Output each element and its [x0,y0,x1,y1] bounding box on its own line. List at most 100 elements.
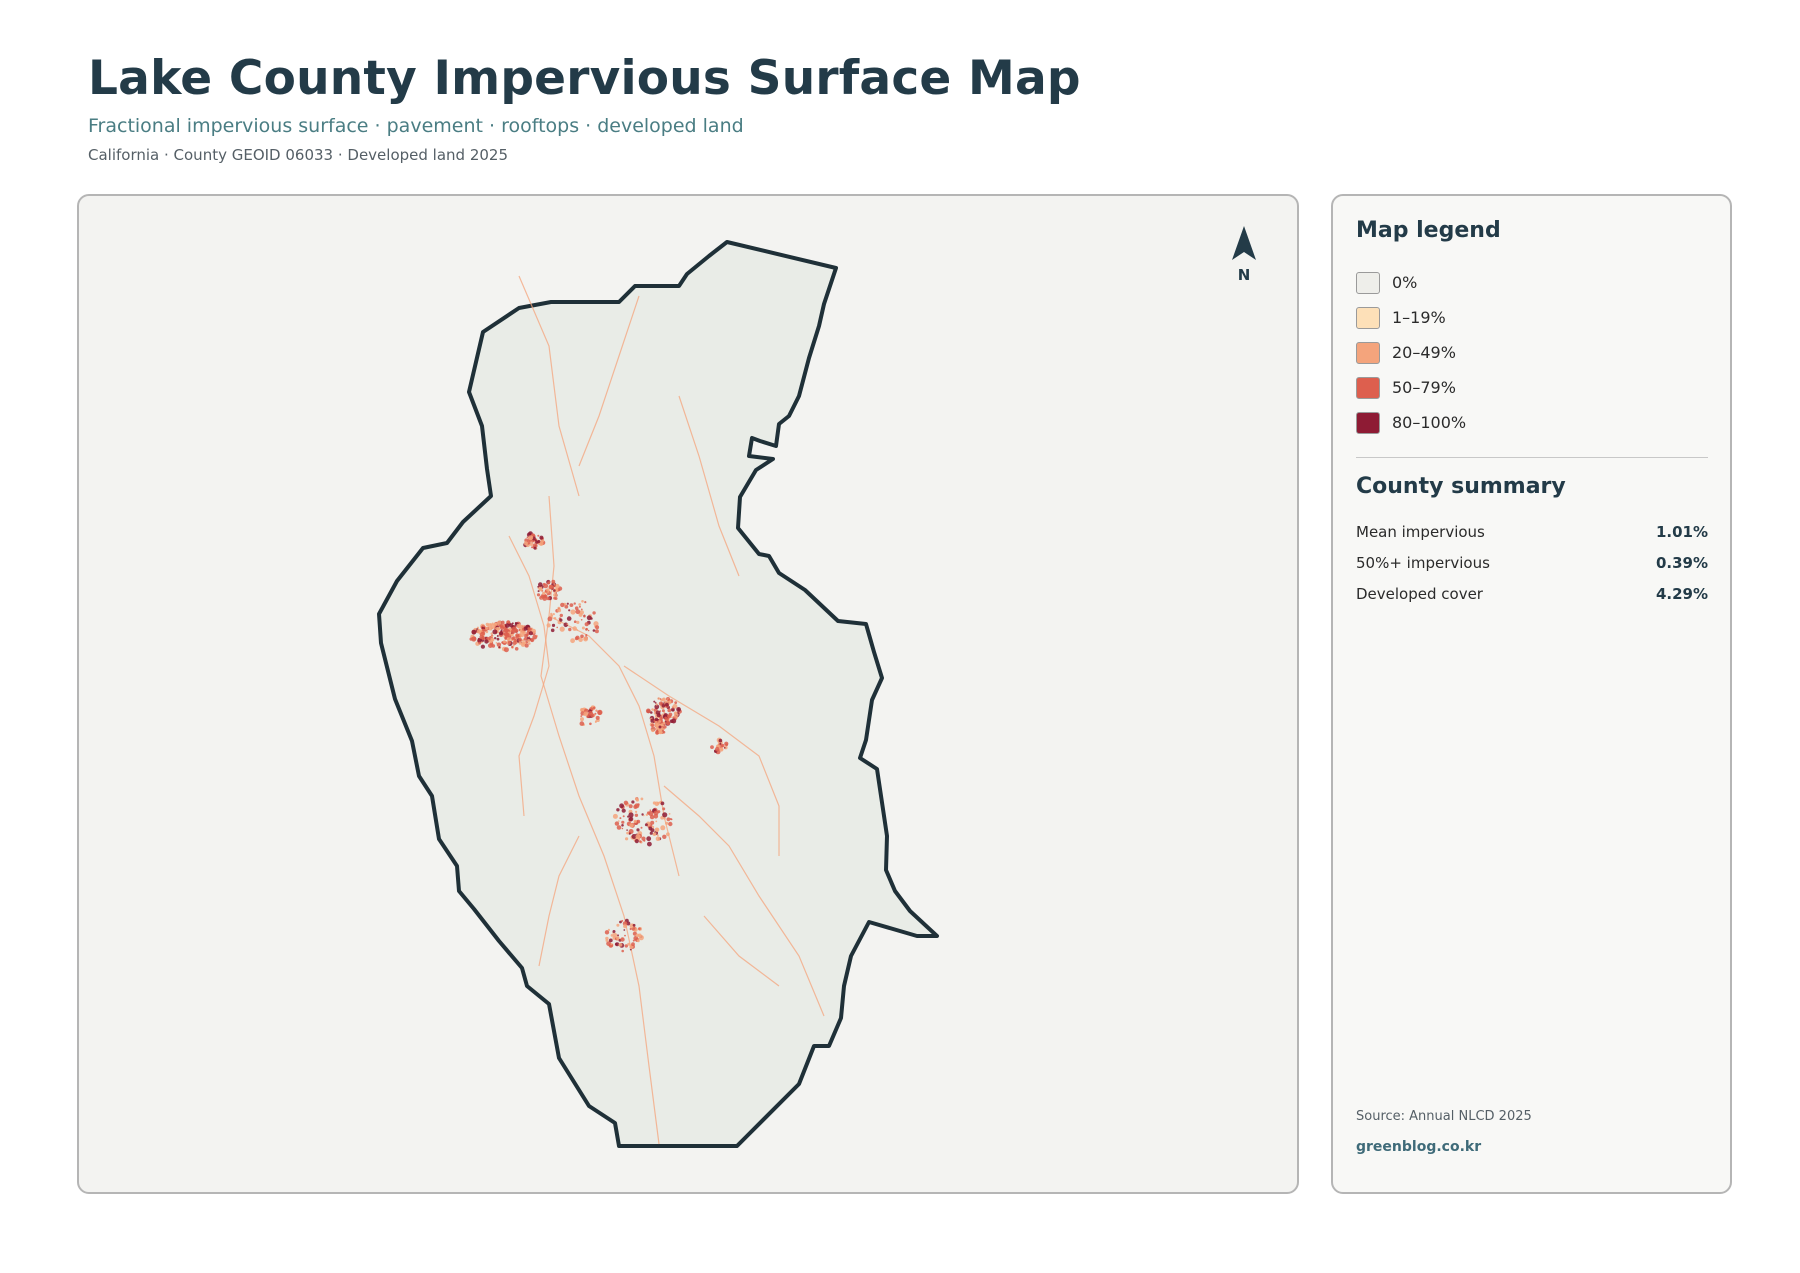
impervious-cell [710,745,714,749]
impervious-cell [640,826,643,829]
impervious-cell [618,943,623,947]
impervious-cell [518,641,522,645]
impervious-cell [471,629,477,635]
legend-label: 20–49% [1392,343,1456,362]
impervious-cell [612,932,618,938]
impervious-cell [551,579,556,584]
impervious-cell [511,626,517,632]
legend-item: 0% [1356,265,1466,300]
impervious-cell [533,546,537,550]
impervious-cell [642,814,645,817]
impervious-cell [672,707,674,709]
impervious-cell [658,730,662,735]
impervious-cell [657,697,660,700]
impervious-cell [605,939,609,942]
impervious-cell [654,717,659,722]
legend-swatch [1356,341,1380,364]
site-link[interactable]: greenblog.co.kr [1356,1139,1481,1155]
legend-item: 20–49% [1356,335,1466,370]
summary-list: Mean impervious 1.01% 50%+ impervious 0.… [1356,516,1708,609]
impervious-cell [580,634,584,639]
impervious-cell [514,647,519,651]
impervious-cell [645,708,651,714]
map-panel[interactable]: N [77,194,1299,1194]
impervious-cell [666,832,670,837]
impervious-cell [656,801,660,805]
county-map[interactable] [79,196,1299,1194]
impervious-cell [635,933,640,938]
impervious-cell [639,840,642,843]
legend-label: 80–100% [1392,413,1467,432]
impervious-cell [504,637,507,640]
impervious-cell [537,585,540,588]
impervious-cell [628,812,634,818]
county-outline [377,240,939,1148]
impervious-cell [651,708,654,711]
impervious-cell [621,919,624,922]
impervious-cell [590,713,595,718]
summary-value: 1.01% [1655,522,1708,541]
impervious-cell [515,633,519,637]
impervious-cell [645,813,649,816]
impervious-cell [469,637,473,641]
summary-row: 50%+ impervious 0.39% [1356,547,1708,578]
impervious-cell [608,938,613,943]
impervious-cell [650,820,655,825]
impervious-cell [618,820,620,822]
divider [1356,457,1708,458]
impervious-cell [528,636,531,638]
impervious-cell [651,728,655,733]
impervious-cell [553,617,557,620]
impervious-cell [568,609,571,612]
impervious-cell [640,797,644,801]
impervious-cell [583,636,588,642]
impervious-cell [620,937,625,942]
impervious-cell [624,934,626,937]
impervious-cell [530,638,534,642]
impervious-cell [612,813,618,819]
impervious-cell [614,821,620,826]
impervious-cell [634,839,639,844]
impervious-cell [621,808,626,813]
impervious-cell [484,626,489,630]
impervious-cell [621,949,624,953]
summary-value: 4.29% [1655,584,1708,603]
impervious-cell [509,623,513,628]
impervious-cell [724,741,729,746]
impervious-cell [481,635,484,638]
impervious-cell [595,625,600,630]
impervious-cell [542,591,546,596]
impervious-cell [626,829,628,831]
impervious-cell [559,618,563,622]
impervious-cell [719,742,722,745]
impervious-cell [507,640,511,645]
north-label: N [1237,266,1251,284]
impervious-cell [661,704,665,708]
impervious-cell [635,797,638,801]
impervious-cell [669,700,671,703]
impervious-cell [511,633,514,636]
impervious-cell [668,821,673,827]
impervious-cell [638,927,641,931]
impervious-cell [621,824,624,827]
impervious-cell [575,635,580,640]
impervious-cell [632,923,636,927]
impervious-cell [528,535,534,541]
page-meta: California · County GEOID 06033 · Develo… [88,146,508,164]
legend-title: Map legend [1356,218,1501,243]
impervious-cell [660,825,666,831]
impervious-cell [715,746,720,752]
impervious-cell [718,738,723,743]
impervious-cell [504,623,510,628]
impervious-cell [646,836,652,842]
impervious-cell [636,939,640,943]
impervious-cell [668,813,671,815]
impervious-cell [580,717,584,722]
impervious-cell [633,819,637,824]
impervious-cell [547,616,553,622]
legend-item: 1–19% [1356,300,1466,335]
impervious-cell [511,645,514,649]
impervious-cell [523,637,528,641]
impervious-cell [671,718,677,724]
impervious-cell [635,810,638,814]
